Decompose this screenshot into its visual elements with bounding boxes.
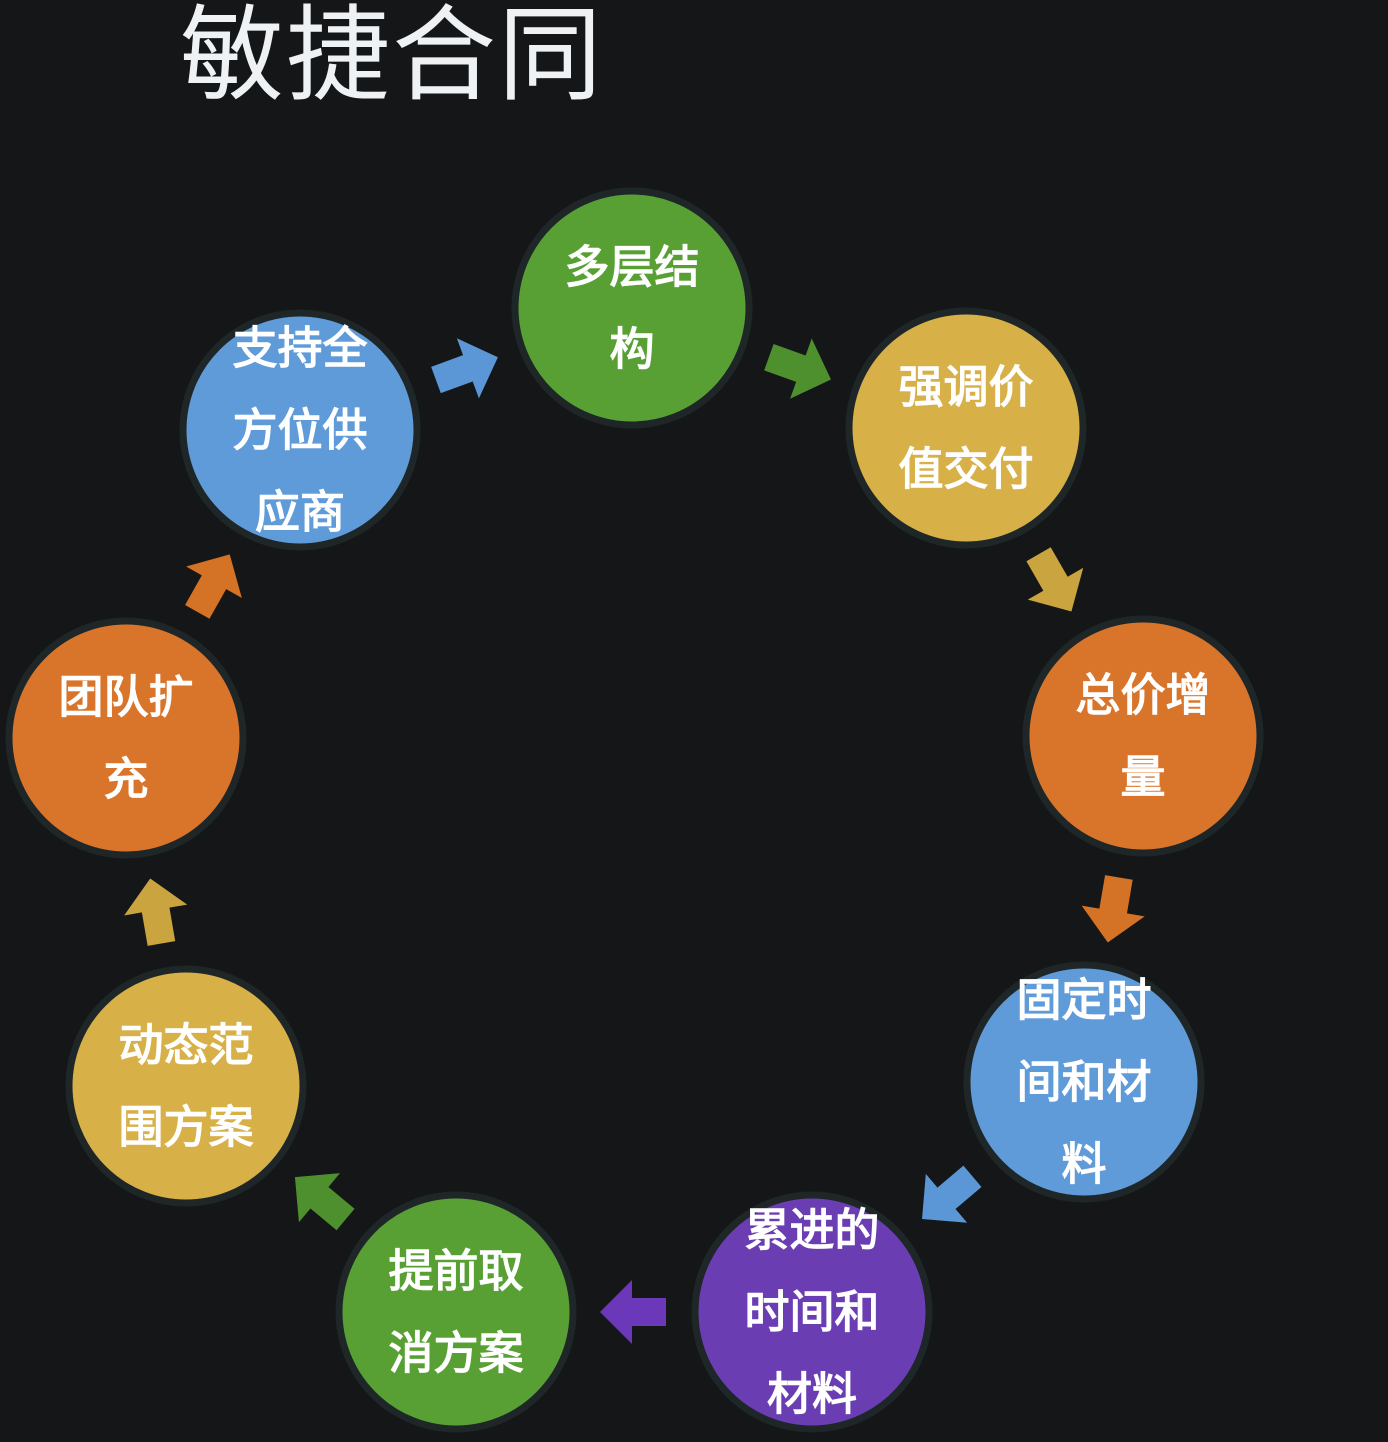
cycle-node: 提前取消方案 [335,1191,577,1433]
flow-arrow [922,1165,982,1223]
flow-arrow [124,878,188,946]
flow-arrow [1026,547,1084,612]
node-label-line: 值交付 [898,443,1033,496]
node-circle [5,617,247,859]
node-circle [1022,615,1264,857]
cycle-node: 强调价值交付 [845,307,1087,549]
node-label-line: 围方案 [118,1101,254,1154]
node-label-line: 时间和 [744,1286,879,1339]
flow-arrow [294,1173,355,1231]
cycle-node: 多层结构 [511,187,753,429]
node-label-line: 料 [1061,1138,1106,1191]
flow-arrow [1081,875,1145,943]
node-label-line: 应商 [255,486,345,539]
node-label-line: 材料 [767,1368,857,1421]
node-label-line: 固定时 [1016,974,1151,1027]
node-label-line: 方位供 [232,404,367,457]
node-circle [845,307,1087,549]
node-circle [65,965,307,1207]
flow-arrow [431,338,498,399]
node-label-line: 动态范 [118,1019,253,1072]
node-label-line: 团队扩 [58,671,193,724]
node-label-line: 总价增 [1075,669,1210,722]
node-label-line: 提前取 [388,1245,523,1298]
node-label-line: 间和材 [1016,1056,1151,1109]
cycle-node: 动态范围方案 [65,965,307,1207]
node-label-line: 量 [1120,751,1165,804]
node-circle [511,187,753,429]
node-label-line: 累进的 [744,1204,879,1257]
node-label-line: 强调价 [898,361,1033,414]
cycle-node: 固定时间和材料 [963,961,1205,1203]
flow-arrow [764,338,831,399]
node-circle [335,1191,577,1433]
node-label-line: 充 [103,753,148,806]
cycle-node: 团队扩充 [5,617,247,859]
flow-arrow [600,1280,666,1344]
flow-arrow [185,554,242,619]
cycle-node: 总价增量 [1022,615,1264,857]
node-label-line: 支持全 [232,322,368,375]
node-label-line: 消方案 [388,1327,524,1380]
node-label-line: 构 [609,323,654,376]
cycle-diagram: 多层结构强调价值交付总价增量固定时间和材料累进的时间和材料提前取消方案动态范围方… [5,187,1264,1433]
cycle-node: 支持全方位供应商 [179,309,421,551]
node-label-line: 多层结 [564,241,699,294]
cycle-node: 累进的时间和材料 [691,1191,933,1433]
nodes-group: 多层结构强调价值交付总价增量固定时间和材料累进的时间和材料提前取消方案动态范围方… [5,187,1264,1433]
